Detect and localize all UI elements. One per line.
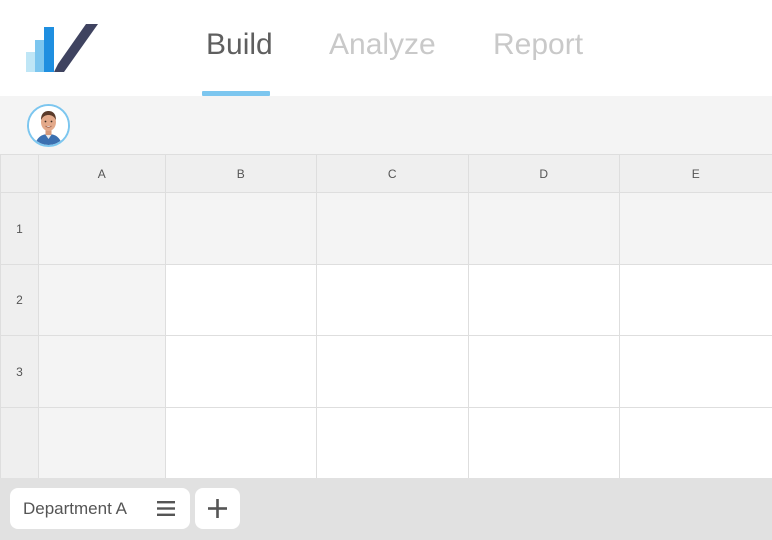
row-header-4[interactable] bbox=[0, 407, 39, 479]
grid-cell[interactable] bbox=[468, 407, 620, 479]
column-header-e[interactable]: E bbox=[619, 154, 772, 193]
app-logo-icon[interactable] bbox=[26, 24, 100, 74]
tab-report[interactable]: Report bbox=[493, 28, 583, 62]
grid-cell[interactable] bbox=[619, 192, 772, 265]
hamburger-menu-icon[interactable] bbox=[156, 500, 176, 517]
toolbar bbox=[0, 96, 772, 154]
grid-cell[interactable] bbox=[468, 335, 620, 408]
grid-cell[interactable] bbox=[38, 335, 166, 408]
user-avatar-icon[interactable] bbox=[27, 104, 70, 147]
grid-table: A B C D E 1 2 3 bbox=[0, 154, 772, 479]
column-header-b[interactable]: B bbox=[165, 154, 317, 193]
grid-cell[interactable] bbox=[316, 192, 469, 265]
grid-cell[interactable] bbox=[165, 192, 317, 265]
grid-cell[interactable] bbox=[619, 407, 772, 479]
plus-icon bbox=[207, 498, 228, 519]
grid-cell[interactable] bbox=[619, 264, 772, 336]
row-header-2[interactable]: 2 bbox=[0, 264, 39, 336]
grid-cell[interactable] bbox=[316, 264, 469, 336]
grid-cell[interactable] bbox=[468, 264, 620, 336]
column-header-a[interactable]: A bbox=[38, 154, 166, 193]
grid-cell[interactable] bbox=[38, 192, 166, 265]
row-header-1[interactable]: 1 bbox=[0, 192, 39, 265]
grid-cell[interactable] bbox=[165, 335, 317, 408]
sheet-tab-department-a[interactable]: Department A bbox=[10, 488, 190, 529]
grid-cell[interactable] bbox=[316, 335, 469, 408]
grid-cell[interactable] bbox=[38, 407, 166, 479]
app-header: Build Analyze Report bbox=[0, 0, 772, 96]
grid-cell[interactable] bbox=[619, 335, 772, 408]
grid-cell[interactable] bbox=[468, 192, 620, 265]
grid-cell[interactable] bbox=[165, 264, 317, 336]
column-header-d[interactable]: D bbox=[468, 154, 620, 193]
grid-corner[interactable] bbox=[0, 154, 39, 193]
spreadsheet-grid: A B C D E 1 2 3 bbox=[0, 154, 772, 479]
grid-cell[interactable] bbox=[38, 264, 166, 336]
tab-analyze[interactable]: Analyze bbox=[329, 28, 436, 62]
sheet-tab-label: Department A bbox=[23, 499, 127, 518]
grid-cell[interactable] bbox=[316, 407, 469, 479]
row-header-3[interactable]: 3 bbox=[0, 335, 39, 408]
sheet-tabs-bar: Department A bbox=[0, 478, 772, 540]
grid-cell[interactable] bbox=[165, 407, 317, 479]
tab-build[interactable]: Build bbox=[206, 28, 273, 62]
column-header-c[interactable]: C bbox=[316, 154, 469, 193]
add-sheet-button[interactable] bbox=[195, 488, 240, 529]
